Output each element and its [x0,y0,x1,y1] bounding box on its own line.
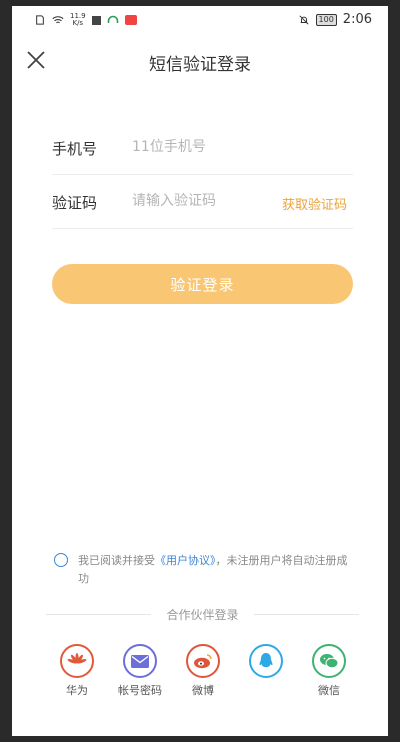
agreement-prefix: 我已阅读并接受 [78,554,155,567]
net-speed: 11.9 K/s [70,12,86,27]
sim-icon [36,15,44,25]
battery-indicator: 100 [315,13,337,26]
partner-label-huawei: 华为 [66,684,88,697]
divider-line-right [254,614,359,615]
login-button[interactable]: 验证登录 [52,264,353,304]
status-bar: 11.9 K/s 100 2:06 [12,6,388,34]
partner-weibo[interactable]: 微博 [178,644,228,698]
partner-label-weibo: 微博 [192,684,214,697]
partner-divider: 合作伙伴登录 [46,606,359,622]
wechat-icon [312,644,346,678]
app-notification-icon [91,15,101,25]
code-label: 验证码 [52,194,98,212]
app-badge-icon [124,15,137,25]
phone-input[interactable] [132,134,272,160]
partner-account[interactable]: 帐号密码 [115,644,165,698]
user-agreement-link[interactable]: 《用户协议》 [155,554,216,567]
page-title: 短信验证登录 [149,55,251,75]
partner-qq[interactable] [241,644,291,682]
header: 短信验证登录 [12,36,388,86]
partner-label-wechat: 微信 [318,684,340,697]
get-code-button[interactable]: 获取验证码 [282,194,347,213]
mute-bell-icon [298,14,309,25]
mail-icon [123,644,157,678]
headphone-icon [107,15,118,23]
code-row: 验证码 获取验证码 [52,182,353,229]
partner-huawei[interactable]: 华为 [52,644,102,698]
wifi-icon [52,16,64,24]
phone-screen: 11.9 K/s 100 2:06 短信验证登录 手机号 验证码 获取验证码 验… [12,6,388,736]
phone-row: 手机号 [52,128,353,175]
partner-wechat[interactable]: 微信 [304,644,354,698]
agreement: 我已阅读并接受《用户协议》，未注册用户将自动注册成功 [54,552,354,588]
code-input[interactable] [132,188,272,214]
clock: 2:06 [342,12,372,27]
agreement-radio[interactable] [54,553,68,567]
partner-logins: 华为 帐号密码 微博 微信 [52,644,362,714]
phone-label: 手机号 [52,140,98,158]
weibo-icon [186,644,220,678]
qq-icon [249,644,283,678]
huawei-icon [60,644,94,678]
partner-label-account: 帐号密码 [118,684,162,697]
